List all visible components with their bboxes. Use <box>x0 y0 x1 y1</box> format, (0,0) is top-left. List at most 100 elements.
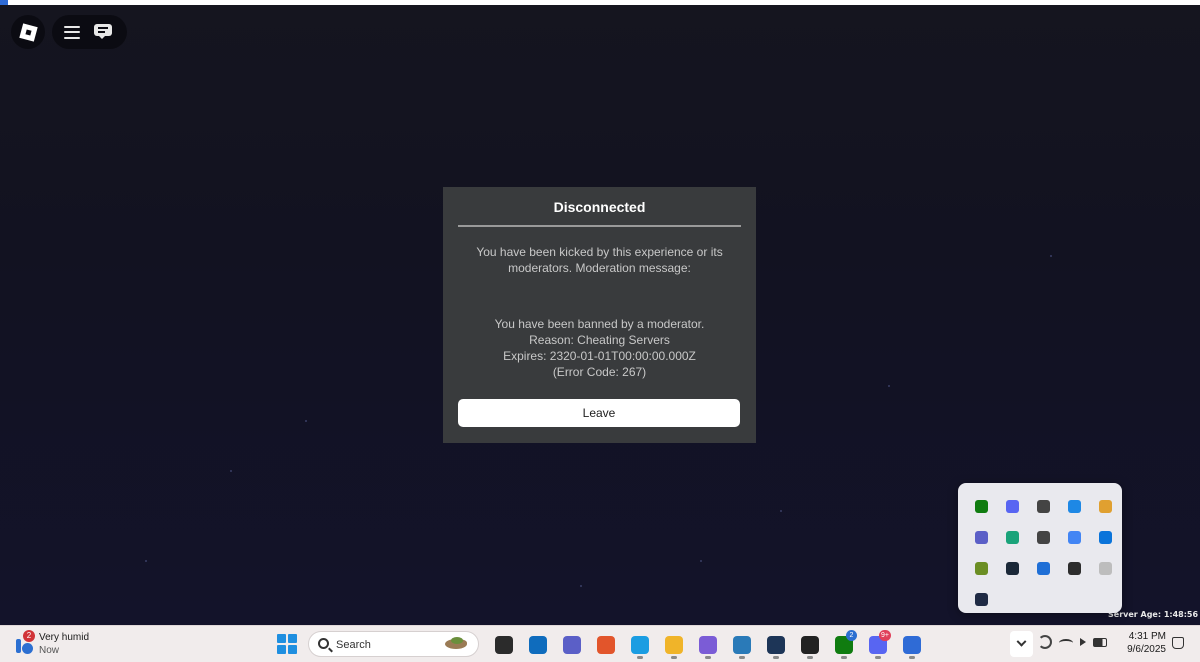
battery-icon[interactable] <box>1093 637 1107 647</box>
manager-app[interactable] <box>793 630 827 659</box>
running-indicator <box>637 656 643 659</box>
sync-icon[interactable] <box>1038 635 1052 649</box>
background-star <box>700 560 702 562</box>
running-indicator <box>671 656 677 659</box>
weather-badge: 2 <box>23 630 35 642</box>
edge-app[interactable] <box>623 630 657 659</box>
tray-flyout-item[interactable] <box>997 553 1028 584</box>
tray-flyout-item[interactable] <box>1090 491 1121 522</box>
start-button[interactable] <box>277 634 297 654</box>
tray-flyout-item[interactable] <box>966 553 997 584</box>
cloud-off-icon <box>1037 531 1050 544</box>
tray-flyout-item[interactable] <box>1059 522 1090 553</box>
search-icon <box>318 638 329 649</box>
taskbar-clock[interactable]: 4:31 PM 9/6/2025 <box>1124 630 1166 656</box>
pinned-apps: 2 9+ <box>487 630 929 659</box>
wifi-icon[interactable] <box>1059 639 1073 647</box>
running-indicator <box>875 656 881 659</box>
tray-flyout-item[interactable] <box>1090 553 1121 584</box>
edge-icon <box>1068 500 1081 513</box>
tray-flyout-item[interactable] <box>1028 553 1059 584</box>
notification-bell-icon[interactable] <box>1172 637 1184 649</box>
chat-icon[interactable] <box>94 24 112 40</box>
taskview-app[interactable] <box>487 630 521 659</box>
kick-message: You have been kicked by this experience … <box>443 244 756 276</box>
background-star <box>580 585 582 587</box>
glasses-icon <box>1099 500 1112 513</box>
background-star <box>230 470 232 472</box>
media-icon <box>975 593 988 606</box>
volume-icon[interactable] <box>1080 638 1086 646</box>
outlook-app[interactable] <box>521 630 555 659</box>
manager-icon <box>801 635 819 654</box>
roblox-app[interactable] <box>895 630 929 659</box>
tray-flyout-item[interactable] <box>997 491 1028 522</box>
discord-app[interactable]: 9+ <box>861 630 895 659</box>
defender-icon <box>1037 562 1050 575</box>
tray-flyout-item[interactable] <box>1059 553 1090 584</box>
tray-flyout-item[interactable] <box>966 584 997 615</box>
hamburger-icon[interactable] <box>64 25 80 39</box>
widget-app[interactable] <box>759 630 793 659</box>
firefox-icon <box>597 635 615 654</box>
running-indicator <box>773 656 779 659</box>
tray-flyout-item[interactable] <box>966 522 997 553</box>
greenchat-icon <box>1006 531 1019 544</box>
server-age-label: Server Age: 1:48:56 <box>1108 610 1199 619</box>
taskview-icon <box>495 635 513 654</box>
weather-widget[interactable]: 2 Very humid Now <box>12 630 112 657</box>
kick-message-line: You have been kicked by this experience … <box>476 245 723 259</box>
roblox-icon <box>903 635 921 654</box>
file-explorer-app[interactable] <box>657 630 691 659</box>
bluetooth-icon <box>1099 531 1112 544</box>
app-badge: 2 <box>846 630 857 641</box>
running-indicator <box>909 656 915 659</box>
leave-button[interactable]: Leave <box>458 399 740 427</box>
ban-reason-line: Reason: Cheating Servers <box>529 333 670 347</box>
search-input[interactable] <box>336 636 431 653</box>
tray-flyout-item[interactable] <box>1059 491 1090 522</box>
firefox-app[interactable] <box>589 630 623 659</box>
weather-time: Now <box>39 645 60 656</box>
tray-overflow-flyout <box>958 483 1122 613</box>
kick-message-line: moderators. Moderation message: <box>508 261 691 275</box>
store-icon <box>733 635 751 654</box>
tray-flyout-item[interactable] <box>1028 522 1059 553</box>
taskbar-search[interactable] <box>308 631 479 657</box>
background-star <box>888 385 890 387</box>
roblox-menu-button[interactable] <box>11 15 45 49</box>
show-hidden-icons-button[interactable] <box>1010 631 1033 657</box>
tray-flyout-item[interactable] <box>997 522 1028 553</box>
nvidia-icon <box>1068 562 1081 575</box>
teams-app[interactable] <box>555 630 589 659</box>
tray-flyout-item[interactable] <box>1028 491 1059 522</box>
xbox-app[interactable]: 2 <box>827 630 861 659</box>
running-indicator <box>739 656 745 659</box>
ban-reason: You have been banned by a moderator. Rea… <box>443 316 756 380</box>
store-app[interactable] <box>725 630 759 659</box>
copilot-app[interactable] <box>691 630 725 659</box>
taskbar: 2 Very humid Now 2 9+ 4:31 PM 9/6/2025 <box>0 625 1200 662</box>
discord-tray-icon <box>1006 500 1019 513</box>
teams-icon <box>563 635 581 654</box>
weather-condition: Very humid <box>39 632 90 643</box>
steam-icon <box>1006 562 1019 575</box>
tray-flyout-item[interactable] <box>1090 522 1121 553</box>
google-icon <box>1068 531 1081 544</box>
running-indicator <box>841 656 847 659</box>
hud-menu-pill <box>52 15 127 49</box>
tray-flyout-item[interactable] <box>966 491 997 522</box>
system-tray-icons <box>1038 635 1107 649</box>
outlook-icon <box>529 635 547 654</box>
ban-expiry: Expires: 2320-01-01T00:00:00.000Z <box>503 349 696 363</box>
file-explorer-icon <box>665 635 683 654</box>
background-star <box>145 560 147 562</box>
teams-icon <box>975 531 988 544</box>
clock-time: 4:31 PM <box>1128 631 1166 642</box>
minecraft-icon <box>975 562 988 575</box>
background-star <box>305 420 307 422</box>
dialog-title: Disconnected <box>553 199 646 215</box>
running-indicator <box>807 656 813 659</box>
running-indicator <box>705 656 711 659</box>
background-star <box>1050 255 1052 257</box>
